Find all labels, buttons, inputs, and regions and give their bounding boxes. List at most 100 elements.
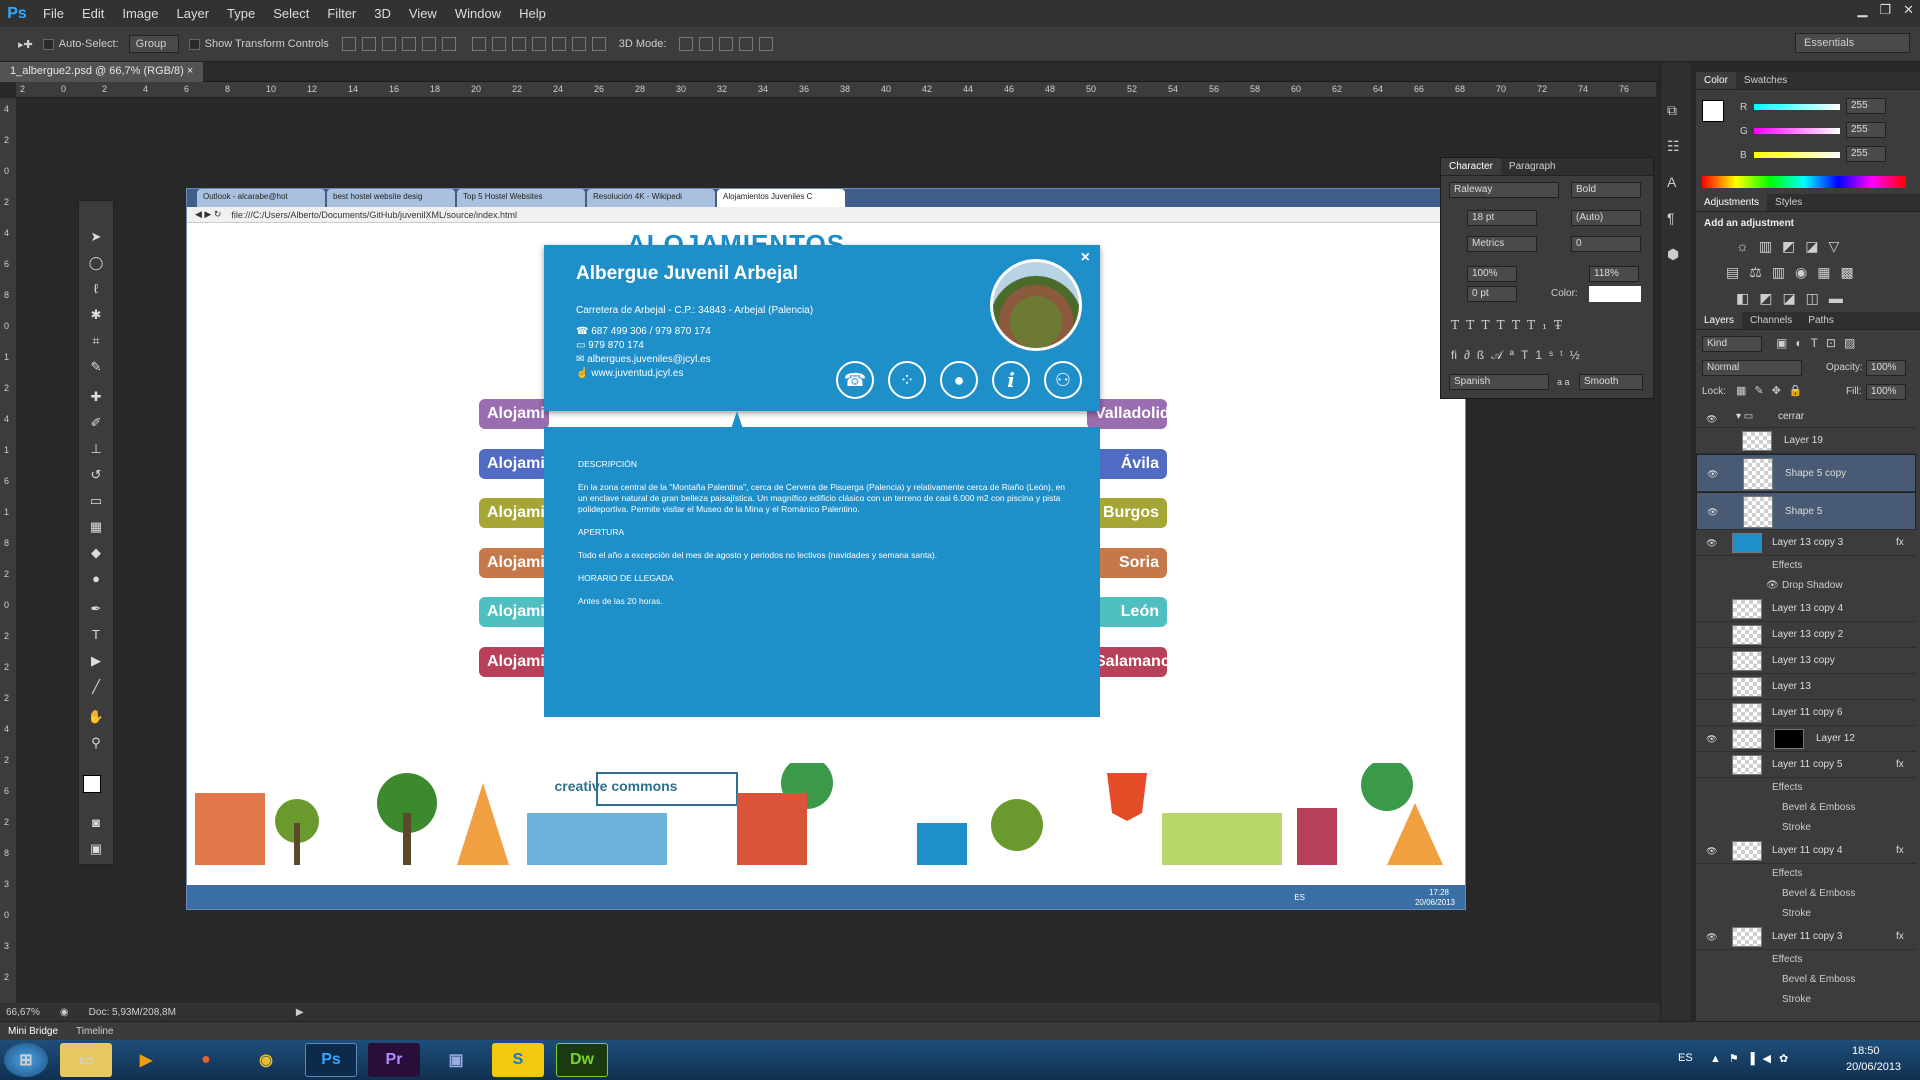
menu-layer[interactable]: Layer: [168, 6, 219, 21]
media-player-icon[interactable]: ▶: [120, 1043, 172, 1077]
start-button-icon[interactable]: ⊞: [4, 1043, 48, 1077]
app-icon[interactable]: ▣: [430, 1043, 482, 1077]
tab-character[interactable]: Character: [1441, 158, 1501, 175]
hand-tool-icon[interactable]: ✋: [85, 707, 107, 727]
tab-swatches[interactable]: Swatches: [1736, 72, 1795, 89]
auto-select-checkbox[interactable]: [42, 38, 54, 50]
menu-help[interactable]: Help: [510, 6, 555, 21]
tab-layers[interactable]: Layers: [1696, 312, 1743, 329]
fg-color-swatch[interactable]: [1702, 100, 1724, 122]
tray-icons[interactable]: ▲⚑▐◀✿: [1710, 1052, 1796, 1065]
chrome-icon[interactable]: ◉: [240, 1043, 292, 1077]
eye-icon[interactable]: 👁: [1706, 414, 1717, 424]
clock-time[interactable]: 18:50: [1852, 1045, 1880, 1057]
tab-paths[interactable]: Paths: [1800, 312, 1842, 329]
eye-icon[interactable]: 👁: [1766, 580, 1779, 591]
workspace-select[interactable]: Essentials: [1795, 33, 1910, 53]
r-slider[interactable]: [1754, 104, 1840, 110]
dreamweaver-icon[interactable]: Dw: [556, 1043, 608, 1077]
close-icon[interactable]: ×: [1081, 249, 1090, 267]
baseline-shift-field[interactable]: 0 pt: [1467, 286, 1517, 302]
adjustment-icons[interactable]: ◧◩◪◫▬: [1736, 290, 1853, 307]
layer-row[interactable]: Layer 19: [1696, 428, 1916, 454]
zoom-level[interactable]: 66,67%: [6, 1007, 40, 1018]
language-indicator[interactable]: ES: [1678, 1052, 1693, 1064]
b-field[interactable]: 255: [1846, 146, 1886, 162]
effect-row[interactable]: 👁 Drop Shadow: [1696, 576, 1916, 596]
dock-icons[interactable]: ⧉ ☷ A ¶ ⬢: [1667, 92, 1684, 272]
kerning-field[interactable]: Metrics: [1467, 236, 1537, 252]
menu-3d[interactable]: 3D: [365, 6, 400, 21]
adjustment-icons[interactable]: ☼▥◩◪▽: [1736, 238, 1849, 255]
tracking-field[interactable]: 0: [1571, 236, 1641, 252]
font-size-field[interactable]: 18 pt: [1467, 210, 1537, 226]
tab-styles[interactable]: Styles: [1767, 194, 1810, 211]
eye-icon[interactable]: 👁: [1707, 469, 1718, 479]
lock-icons[interactable]: ▦✎✥🔒: [1736, 384, 1811, 397]
3d-icons[interactable]: [676, 37, 776, 51]
fill-field[interactable]: 100%: [1866, 384, 1906, 400]
layer-row[interactable]: 👁 Layer 13 copy 3 fx: [1696, 530, 1916, 556]
tab-channels[interactable]: Channels: [1742, 312, 1800, 329]
lasso-tool-icon[interactable]: ℓ: [85, 279, 107, 299]
screen-mode-icon[interactable]: ▣: [85, 839, 107, 859]
leading-field[interactable]: (Auto): [1571, 210, 1641, 226]
clock-date[interactable]: 20/06/2013: [1846, 1061, 1901, 1073]
people-icon[interactable]: ⚇: [1044, 361, 1082, 399]
language-select[interactable]: Spanish: [1449, 374, 1549, 390]
b-slider[interactable]: [1754, 152, 1840, 158]
effect-row[interactable]: Stroke: [1696, 818, 1916, 838]
magic-wand-icon[interactable]: ✱: [85, 305, 107, 325]
zoom-tool-icon[interactable]: ⚲: [85, 733, 107, 753]
menu-edit[interactable]: Edit: [73, 6, 113, 21]
dodge-tool-icon[interactable]: ●: [85, 569, 107, 589]
tab-paragraph[interactable]: Paragraph: [1501, 158, 1564, 175]
text-color-swatch[interactable]: [1589, 286, 1641, 302]
group-select[interactable]: Group: [128, 35, 179, 53]
move-tool-icon[interactable]: ➤: [85, 227, 107, 247]
status-menu-icon[interactable]: ▶: [296, 1007, 304, 1018]
network-icon[interactable]: ⁘: [888, 361, 926, 399]
menu-file[interactable]: File: [34, 6, 73, 21]
close-tab-icon[interactable]: ×: [187, 65, 193, 77]
vertical-scale-field[interactable]: 100%: [1467, 266, 1517, 282]
brush-tool-icon[interactable]: ✐: [85, 413, 107, 433]
photoshop-icon[interactable]: Ps: [305, 1043, 357, 1077]
firefox-icon[interactable]: ●: [180, 1043, 232, 1077]
restore-icon[interactable]: ❐: [1879, 2, 1891, 18]
tab-timeline[interactable]: Timeline: [76, 1026, 113, 1037]
marquee-tool-icon[interactable]: ◯: [85, 253, 107, 273]
r-field[interactable]: 255: [1846, 98, 1886, 114]
layer-row[interactable]: 👁 Layer 11 copy 3 fx: [1696, 924, 1916, 950]
menu-select[interactable]: Select: [264, 6, 318, 21]
eraser-tool-icon[interactable]: ▭: [85, 491, 107, 511]
explorer-icon[interactable]: ▭: [60, 1043, 112, 1077]
effect-row[interactable]: Bevel & Emboss: [1696, 970, 1916, 990]
eye-icon[interactable]: 👁: [1707, 507, 1718, 517]
filter-icons[interactable]: ▣◐T⊡▨: [1776, 336, 1863, 350]
crop-tool-icon[interactable]: ⌗: [85, 331, 107, 351]
history-brush-icon[interactable]: ↺: [85, 465, 107, 485]
distribute-icons[interactable]: [469, 37, 609, 51]
antialias-select[interactable]: Smooth: [1579, 374, 1643, 390]
menu-type[interactable]: Type: [218, 6, 264, 21]
type-tool-icon[interactable]: T: [85, 625, 107, 645]
blur-tool-icon[interactable]: ◆: [85, 543, 107, 563]
tab-mini-bridge[interactable]: Mini Bridge: [8, 1026, 58, 1037]
layer-row[interactable]: Layer 13: [1696, 674, 1916, 700]
opentype-icons[interactable]: ﬁ∂ß𝒜ªT1ˢᵗ½: [1451, 348, 1587, 363]
healing-brush-icon[interactable]: ✚: [85, 387, 107, 407]
minimize-icon[interactable]: ▁: [1857, 2, 1867, 18]
eye-icon[interactable]: 👁: [1706, 538, 1717, 548]
quick-mask-icon[interactable]: ◙: [85, 813, 107, 833]
telephone-icon[interactable]: ☎: [836, 361, 874, 399]
layer-row[interactable]: 👁 Shape 5 copy: [1696, 454, 1916, 492]
eye-icon[interactable]: 👁: [1706, 932, 1717, 942]
layer-row[interactable]: 👁 Layer 11 copy 4 fx: [1696, 838, 1916, 864]
g-slider[interactable]: [1754, 128, 1840, 134]
layer-row[interactable]: Layer 13 copy 2: [1696, 622, 1916, 648]
layer-filter-select[interactable]: Kind: [1702, 336, 1762, 352]
font-family-select[interactable]: Raleway: [1449, 182, 1559, 198]
g-field[interactable]: 255: [1846, 122, 1886, 138]
path-select-icon[interactable]: ▶: [85, 651, 107, 671]
